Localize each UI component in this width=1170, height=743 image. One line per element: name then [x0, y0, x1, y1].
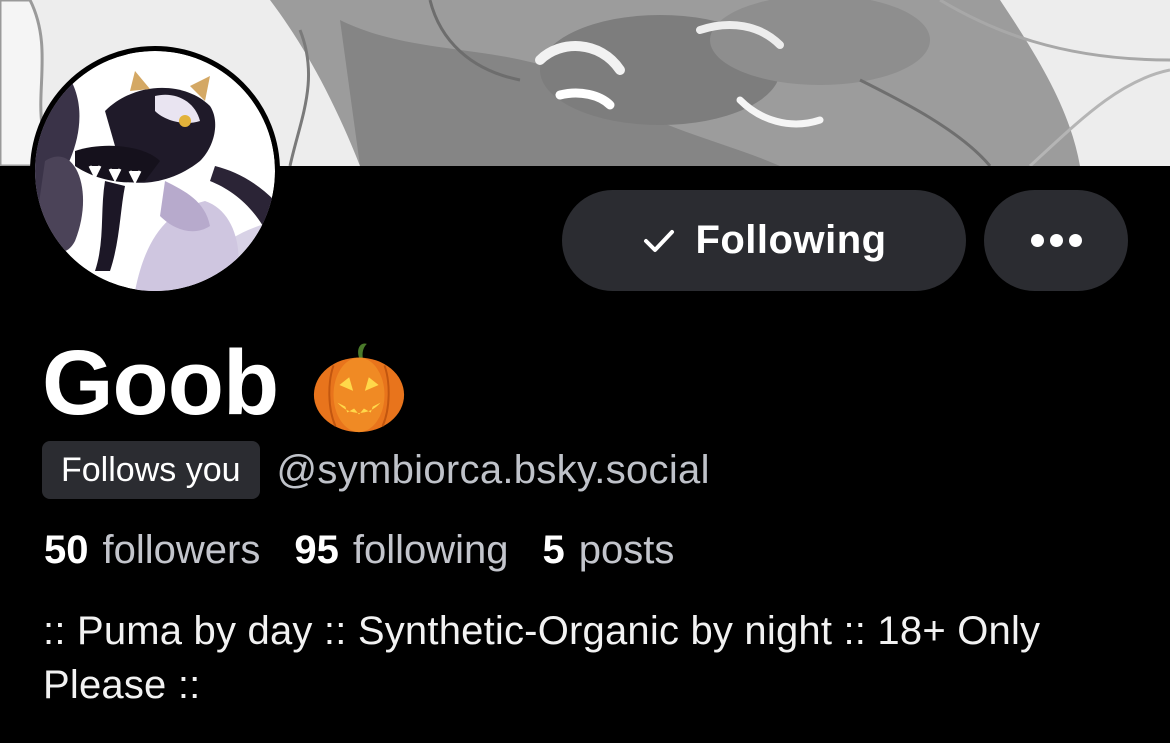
posts-stat: 5 posts [543, 528, 675, 573]
more-dots-icon [1030, 234, 1082, 247]
posts-count: 5 [542, 528, 565, 572]
following-count: 95 [294, 528, 339, 572]
following-stat[interactable]: 95 following [294, 528, 508, 573]
profile-stats: 50 followers 95 following 5 posts [44, 528, 674, 573]
display-name: Goob [42, 332, 279, 434]
handle-row: Follows you @symbiorca.bsky.social [42, 441, 710, 499]
check-icon [644, 229, 675, 252]
followers-stat[interactable]: 50 followers [44, 528, 260, 573]
following-button[interactable]: Following [562, 190, 966, 291]
display-name-row: Goob [42, 330, 408, 436]
posts-label: posts [578, 528, 675, 572]
profile-handle: @symbiorca.bsky.social [276, 447, 710, 492]
profile-page: Following Goob Follows you @symbiorca.bs… [0, 0, 1170, 743]
following-label: following [352, 528, 509, 572]
follows-you-badge: Follows you [42, 441, 260, 499]
avatar[interactable] [30, 46, 280, 296]
following-button-label: Following [695, 218, 887, 262]
more-options-button[interactable] [984, 190, 1128, 291]
followers-label: followers [102, 528, 261, 572]
profile-bio: :: Puma by day :: Synthetic-Organic by n… [43, 609, 1041, 707]
followers-count: 50 [44, 528, 89, 572]
pumpkin-icon [314, 343, 405, 433]
